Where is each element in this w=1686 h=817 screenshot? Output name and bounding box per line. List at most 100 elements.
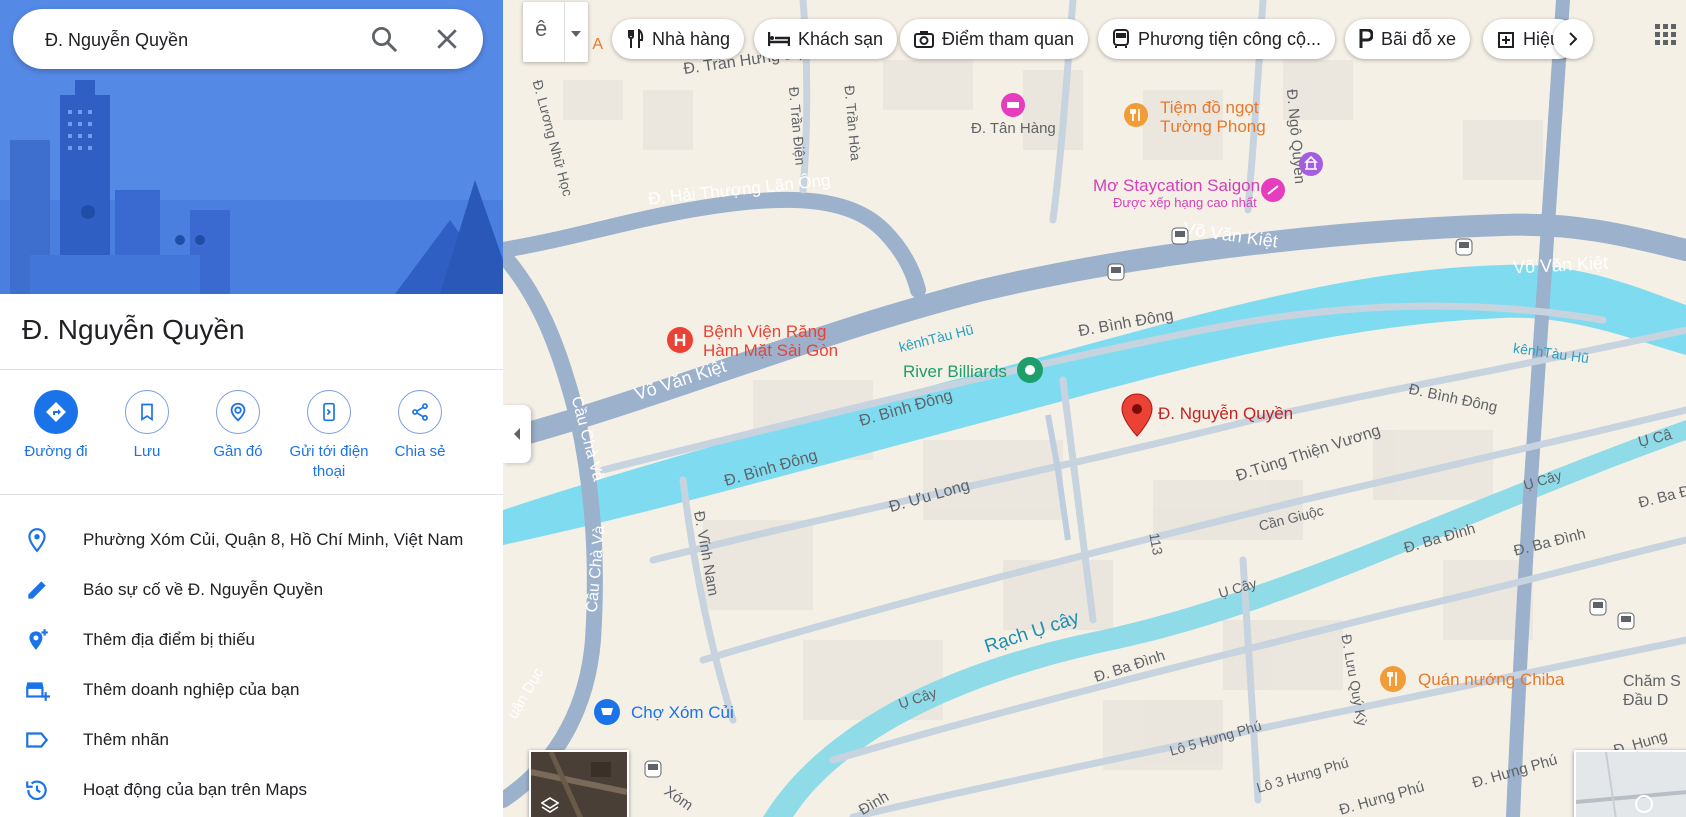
chip-label: Khách sạn	[798, 28, 884, 49]
hotel-icon	[768, 32, 790, 46]
chip-label: Phương tiện công cộ...	[1138, 28, 1321, 49]
add-business-row[interactable]: Thêm doanh nghiệp của bạn	[0, 665, 503, 715]
share-button[interactable]: Chia sẻ	[374, 390, 466, 462]
divider	[564, 2, 565, 62]
food-poi-icon[interactable]	[1123, 102, 1149, 128]
info-list: Phường Xóm Củi, Quận 8, Hồ Chí Minh, Việ…	[0, 515, 503, 815]
bus-stop-icon[interactable]	[1451, 234, 1477, 260]
side-panel: Đ. Nguyễn Quyền Đường đi Lưu Gần đó Gửi …	[0, 0, 503, 817]
history-icon	[24, 777, 50, 803]
bus-stop-icon[interactable]	[1585, 594, 1611, 620]
save-button[interactable]: Lưu	[101, 390, 193, 462]
selected-place-pin-icon[interactable]	[1120, 392, 1154, 438]
hospital-poi-icon[interactable]	[666, 326, 694, 354]
poi-label[interactable]: Tường Phong	[1160, 117, 1266, 137]
save-label: Lưu	[133, 443, 161, 460]
market-poi-icon[interactable]	[593, 698, 621, 726]
search-box	[13, 9, 483, 69]
chip-label: Nhà hàng	[652, 28, 731, 49]
divider	[0, 494, 503, 495]
poi-label[interactable]: Hàm Mặt Sài Gòn	[703, 341, 838, 361]
add-business-text: Thêm doanh nghiệp của bạn	[83, 680, 300, 699]
maps-activity-text: Hoạt động của bạn trên Maps	[83, 780, 307, 799]
restaurant-icon	[628, 29, 644, 48]
directions-icon	[34, 390, 78, 434]
poi-label[interactable]: River Billiards	[903, 362, 1007, 382]
pharmacy-icon	[1498, 32, 1514, 48]
bookmark-icon	[125, 390, 169, 434]
map-canvas[interactable]: Đ. Trần Hưng Đạo Đ. Tân Hàng Đ. Hải Thượ…	[503, 0, 1686, 817]
street-label: Đ. Tân Hàng	[971, 120, 1056, 137]
chip-label: Điểm tham quan	[942, 28, 1075, 49]
parking-icon	[1359, 29, 1373, 48]
bus-stop-icon[interactable]	[640, 756, 666, 782]
report-issue-row[interactable]: Báo sự cố về Đ. Nguyễn Quyền	[0, 565, 503, 615]
attraction-poi-icon[interactable]	[1298, 151, 1324, 177]
location-pin-icon	[24, 527, 50, 553]
collapse-panel-button[interactable]	[503, 405, 531, 463]
add-missing-place-row[interactable]: Thêm địa điểm bị thiếu	[0, 615, 503, 665]
poi-label[interactable]: Quán nướng Chiba	[1418, 670, 1564, 690]
bus-stop-icon[interactable]	[1167, 223, 1193, 249]
input-tool-toggle[interactable]: ê	[523, 2, 588, 62]
hotel-poi-icon[interactable]	[1260, 177, 1286, 203]
layers-button[interactable]	[529, 750, 629, 817]
nearby-label: Gần đó	[213, 443, 263, 460]
input-tool-label: ê	[535, 16, 548, 41]
page-title: Đ. Nguyễn Quyền	[22, 314, 245, 345]
maps-activity-row[interactable]: Hoạt động của bạn trên Maps	[0, 765, 503, 815]
action-buttons: Đường đi Lưu Gần đó Gửi tới điện thoại C…	[10, 390, 500, 490]
food-poi-icon[interactable]	[1379, 665, 1407, 693]
add-place-icon	[24, 627, 50, 653]
poi-label[interactable]: Chợ Xóm Củi	[631, 703, 734, 723]
nearby-icon	[216, 390, 260, 434]
send-to-phone-icon	[307, 390, 351, 434]
chip-restaurants[interactable]: Nhà hàng	[612, 19, 745, 59]
chevron-right-icon	[1569, 32, 1578, 46]
chip-attractions[interactable]: Điểm tham quan	[900, 19, 1089, 59]
selected-place-label[interactable]: Đ. Nguyễn Quyền	[1158, 404, 1293, 424]
street-view-image	[1576, 752, 1686, 817]
poi-rating: Được xếp hạng cao nhất	[1113, 195, 1257, 210]
share-label: Chia sẻ	[394, 443, 446, 460]
chevron-down-icon[interactable]	[570, 30, 582, 38]
chip-label: Bãi đỗ xe	[1381, 28, 1457, 49]
directions-button[interactable]: Đường đi	[10, 390, 102, 462]
report-issue-text: Báo sự cố về Đ. Nguyễn Quyền	[83, 580, 324, 599]
camera-icon	[914, 31, 934, 48]
map-base	[503, 0, 1686, 817]
pencil-icon	[24, 577, 50, 603]
billiards-poi-icon[interactable]	[1016, 356, 1044, 384]
poi-label[interactable]: Đầu D	[1623, 692, 1668, 710]
poi-label[interactable]: Mơ Staycation Saigon	[1093, 176, 1260, 196]
poi-label[interactable]: Bệnh Viện Răng	[703, 322, 827, 342]
bus-stop-icon[interactable]	[1103, 259, 1129, 285]
search-input[interactable]	[43, 26, 367, 54]
bus-stop-icon[interactable]	[1613, 608, 1639, 634]
address-text: Phường Xóm Củi, Quận 8, Hồ Chí Minh, Việ…	[83, 530, 464, 549]
close-icon[interactable]	[432, 24, 462, 54]
chip-parking[interactable]: Bãi đỗ xe	[1345, 19, 1471, 59]
layers-icon	[541, 797, 559, 813]
poi-label[interactable]: Chăm S	[1623, 673, 1681, 691]
divider	[0, 369, 503, 370]
hotel-poi-icon[interactable]	[1000, 92, 1026, 118]
address-row[interactable]: Phường Xóm Củi, Quận 8, Hồ Chí Minh, Việ…	[0, 515, 503, 565]
chip-transit[interactable]: Phương tiện công cộ...	[1098, 19, 1335, 59]
search-icon[interactable]	[369, 24, 399, 54]
chips-next-button[interactable]	[1553, 19, 1593, 59]
poi-label[interactable]: Tiệm đồ ngọt	[1160, 98, 1259, 118]
add-missing-place-text: Thêm địa điểm bị thiếu	[83, 630, 255, 649]
directions-label: Đường đi	[24, 443, 88, 460]
street-view-thumbnail[interactable]	[1574, 750, 1686, 817]
add-label-text: Thêm nhãn	[83, 730, 169, 749]
send-to-phone-label: Gửi tới điện thoại	[289, 443, 369, 480]
send-to-phone-button[interactable]: Gửi tới điện thoại	[283, 390, 375, 482]
chip-hotels[interactable]: Khách sạn	[754, 19, 898, 59]
add-label-row[interactable]: Thêm nhãn	[0, 715, 503, 765]
apps-grid-icon[interactable]	[1653, 22, 1677, 46]
share-icon	[398, 390, 442, 434]
add-business-icon	[24, 677, 50, 703]
nearby-button[interactable]: Gần đó	[192, 390, 284, 462]
chevron-left-icon	[514, 428, 520, 440]
